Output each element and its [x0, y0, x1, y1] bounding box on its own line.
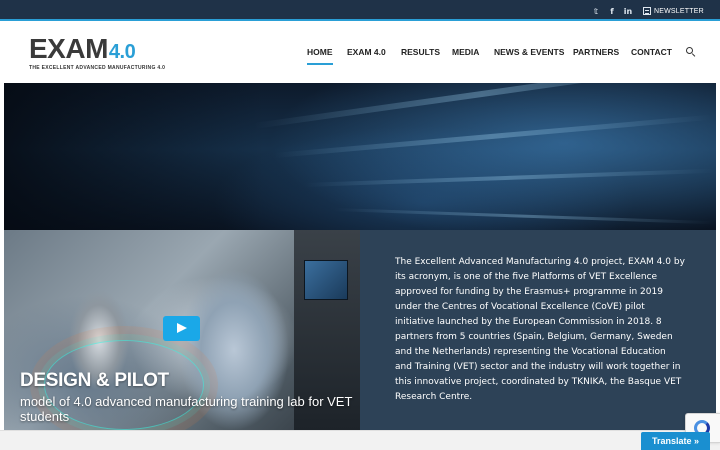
nav-partners[interactable]: PARTNERS — [573, 47, 619, 61]
play-icon — [177, 323, 187, 333]
newsletter-link[interactable]: NEWSLETTER — [643, 5, 704, 17]
site-header: EXAM4.0 THE EXCELLENT ADVANCED MANUFACTU… — [0, 21, 720, 83]
facebook-icon[interactable]: f — [607, 5, 617, 17]
search-icon[interactable] — [686, 47, 696, 58]
hero-banner-image — [4, 83, 716, 230]
nav-news-events[interactable]: NEWS & EVENTS — [494, 47, 564, 61]
play-button[interactable] — [163, 316, 200, 341]
nav-home[interactable]: HOME — [307, 47, 333, 65]
logo-tagline: THE EXCELLENT ADVANCED MANUFACTURING 4.0 — [29, 65, 166, 71]
nav-exam-4-0[interactable]: EXAM 4.0 — [347, 47, 386, 61]
nav-results[interactable]: RESULTS — [401, 47, 440, 61]
nav-media[interactable]: MEDIA — [452, 47, 479, 61]
video-subtitle: model of 4.0 advanced manufacturing trai… — [20, 394, 353, 424]
logo-wordmark: EXAM4.0 — [29, 33, 136, 64]
project-intro-text: The Excellent Advanced Manufacturing 4.0… — [395, 257, 685, 402]
linkedin-icon[interactable]: in — [622, 5, 634, 17]
newsletter-label: NEWSLETTER — [654, 7, 704, 15]
video-title: DESIGN & PILOT — [20, 370, 169, 391]
nav-contact[interactable]: CONTACT — [631, 47, 672, 61]
project-intro-panel: The Excellent Advanced Manufacturing 4.0… — [360, 230, 716, 430]
twitter-icon[interactable]: 𝕥 — [591, 5, 601, 17]
page-footer-strip — [0, 430, 720, 450]
newsletter-icon — [643, 7, 651, 15]
translate-button[interactable]: Translate » — [641, 432, 710, 450]
site-logo[interactable]: EXAM4.0 THE EXCELLENT ADVANCED MANUFACTU… — [29, 35, 174, 75]
top-bar: 𝕥 f in NEWSLETTER — [0, 0, 720, 21]
